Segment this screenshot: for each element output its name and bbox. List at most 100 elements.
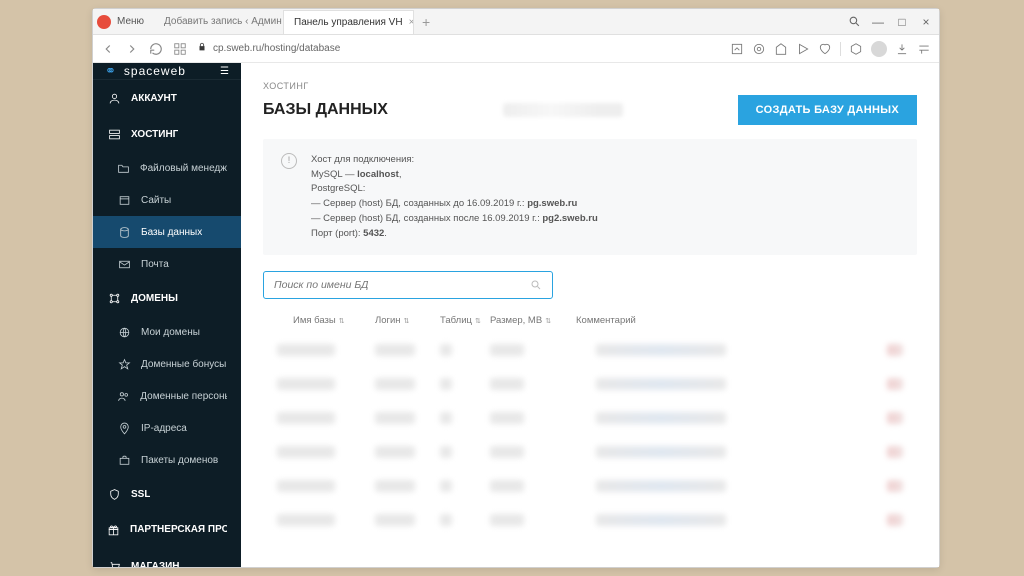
sidebar-item-hosting[interactable]: ХОСТИНГ <box>93 116 241 152</box>
table-row[interactable] <box>263 476 917 496</box>
browser-tabbar: Меню Добавить запись ‹ Админ… × Панель у… <box>93 9 939 35</box>
back-button[interactable] <box>101 42 115 56</box>
ext-icon[interactable] <box>774 42 788 56</box>
sidebar-label: ХОСТИНГ <box>131 129 178 140</box>
sidebar-label: Доменные персоны <box>140 391 227 402</box>
sidebar-label: Мои домены <box>141 327 200 338</box>
sidebar-label: Файловый менеджер <box>140 163 227 174</box>
info-line: — Сервер (host) БД, созданных до 16.09.2… <box>311 197 598 212</box>
sidebar-item-sites[interactable]: Сайты <box>93 184 241 216</box>
brand-name: spaceweb <box>124 64 186 78</box>
sidebar-label: IP-адреса <box>141 423 187 434</box>
ext-icon[interactable] <box>752 42 766 56</box>
sidebar-item-packages[interactable]: Пакеты доменов <box>93 444 241 476</box>
star-icon <box>117 357 131 371</box>
domains-icon <box>107 291 121 305</box>
tab-title: Панель управления VH <box>294 17 403 28</box>
info-line: PostgreSQL: <box>311 182 598 197</box>
heart-icon[interactable] <box>818 42 832 56</box>
table-row[interactable] <box>263 510 917 530</box>
window-minimize-button[interactable]: — <box>867 11 889 33</box>
shield-icon <box>107 487 121 501</box>
redacted-text <box>503 103 623 117</box>
sidebar-label: Почта <box>141 259 169 270</box>
info-line: — Сервер (host) БД, созданных после 16.0… <box>311 212 598 227</box>
page-title: БАЗЫ ДАННЫХ <box>263 101 388 119</box>
forward-button[interactable] <box>125 42 139 56</box>
search-icon <box>530 279 542 291</box>
table-row[interactable] <box>263 408 917 428</box>
sidebar-item-persons[interactable]: Доменные персоны <box>93 380 241 412</box>
table-body <box>241 340 939 530</box>
avatar-icon[interactable] <box>871 41 887 57</box>
cart-icon <box>107 559 121 567</box>
sidebar-item-filemanager[interactable]: Файловый менеджер <box>93 152 241 184</box>
speeddial-icon[interactable] <box>173 42 187 56</box>
sidebar-label: Пакеты доменов <box>141 455 218 466</box>
ext-icon[interactable] <box>730 42 744 56</box>
tab-title: Добавить запись ‹ Админ… <box>164 16 284 27</box>
sort-icon: ⇅ <box>404 317 409 325</box>
search-icon[interactable] <box>843 11 865 33</box>
sidebar-item-shop[interactable]: МАГАЗИН <box>93 548 241 567</box>
globe-icon <box>117 325 131 339</box>
table-row[interactable] <box>263 442 917 462</box>
menu-icon[interactable] <box>917 42 931 56</box>
url-field[interactable]: cp.sweb.ru/hosting/database <box>197 42 720 55</box>
sidebar-item-ssl[interactable]: SSL <box>93 476 241 512</box>
column-header-name[interactable]: Имя базы⇅ <box>263 315 375 326</box>
info-line: MySQL — localhost, <box>311 168 598 183</box>
table-header: Имя базы⇅ Логин⇅ Таблиц⇅ Размер, МВ⇅ Ком… <box>241 309 939 332</box>
sidebar-label: МАГАЗИН <box>131 561 180 568</box>
sidebar-label: Доменные бонусы <box>141 359 226 370</box>
column-header-size[interactable]: Размер, МВ⇅ <box>490 315 576 326</box>
sidebar-item-mail[interactable]: Почта <box>93 248 241 280</box>
sidebar-item-account[interactable]: АККАУНТ <box>93 80 241 116</box>
table-row[interactable] <box>263 340 917 360</box>
url-text: cp.sweb.ru/hosting/database <box>213 43 340 54</box>
browser-menu-label[interactable]: Меню <box>117 16 144 27</box>
connection-info-box: ! Хост для подключения: MySQL — localhos… <box>263 139 917 255</box>
sites-icon <box>117 193 131 207</box>
sidebar-item-databases[interactable]: Базы данных <box>93 216 241 248</box>
download-icon[interactable] <box>895 42 909 56</box>
search-box[interactable] <box>263 271 553 299</box>
sort-icon: ⇅ <box>475 317 480 325</box>
sidebar-item-bonuses[interactable]: Доменные бонусы <box>93 348 241 380</box>
server-icon <box>107 127 121 141</box>
create-database-button[interactable]: СОЗДАТЬ БАЗУ ДАННЫХ <box>738 95 917 125</box>
info-line: Хост для подключения: <box>311 153 598 168</box>
browser-tab-inactive[interactable]: Добавить запись ‹ Админ… × <box>154 10 284 34</box>
sidebar-label: Базы данных <box>141 227 202 238</box>
reload-button[interactable] <box>149 42 163 56</box>
column-header-tables[interactable]: Таблиц⇅ <box>440 315 490 326</box>
table-row[interactable] <box>263 374 917 394</box>
info-line: Порт (port): 5432. <box>311 227 598 242</box>
main-content: ХОСТИНГ БАЗЫ ДАННЫХ СОЗДАТЬ БАЗУ ДАННЫХ … <box>241 63 939 567</box>
mail-icon <box>117 257 131 271</box>
window-maximize-button[interactable]: □ <box>891 11 913 33</box>
new-tab-button[interactable]: + <box>414 14 438 30</box>
cube-icon[interactable] <box>849 42 863 56</box>
sidebar-item-mydomains[interactable]: Мои домены <box>93 316 241 348</box>
browser-tab-active[interactable]: Панель управления VH × <box>284 10 414 34</box>
window-close-button[interactable]: × <box>915 11 937 33</box>
user-icon <box>107 91 121 105</box>
sort-icon: ⇅ <box>545 317 550 325</box>
sidebar-label: АККАУНТ <box>131 93 177 104</box>
ext-icon[interactable] <box>796 42 810 56</box>
hamburger-icon[interactable]: ☰ <box>220 66 229 77</box>
opera-logo-icon <box>97 15 111 29</box>
sidebar-header: ⚭ spaceweb ☰ <box>93 63 241 80</box>
sidebar-item-domains[interactable]: ДОМЕНЫ <box>93 280 241 316</box>
sidebar-item-ip[interactable]: IP-адреса <box>93 412 241 444</box>
column-header-comment: Комментарий <box>576 315 666 326</box>
lock-icon <box>197 42 207 55</box>
briefcase-icon <box>117 453 131 467</box>
column-header-login[interactable]: Логин⇅ <box>375 315 440 326</box>
search-input[interactable] <box>274 279 530 291</box>
database-icon <box>117 225 131 239</box>
folder-icon <box>117 161 130 175</box>
sidebar-label: SSL <box>131 489 150 500</box>
sidebar-item-partner[interactable]: ПАРТНЕРСКАЯ ПРОГРАММА <box>93 512 241 548</box>
